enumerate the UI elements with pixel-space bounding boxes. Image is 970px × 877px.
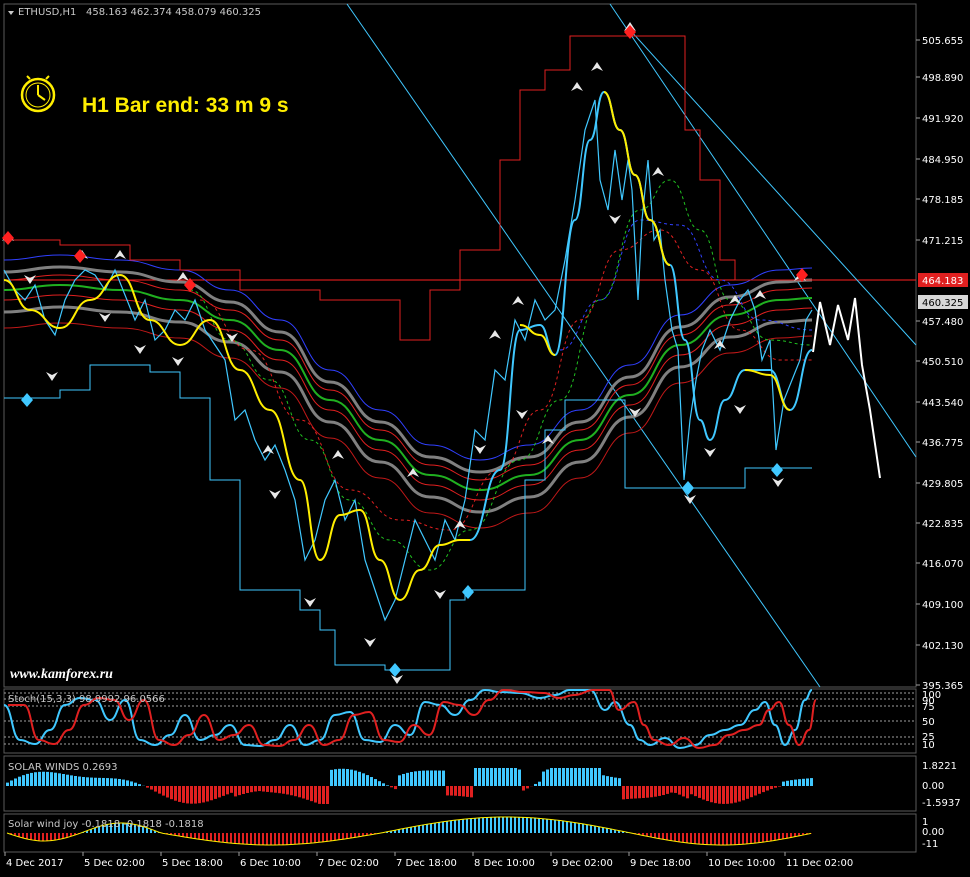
solar-winds-histogram	[6, 768, 813, 804]
up-arrow-icon	[114, 250, 126, 259]
solar-winds-label: SOLAR WINDS 0.2693	[8, 762, 118, 773]
stoch-level-75: 75	[922, 702, 935, 713]
price-tick: 484.950	[922, 155, 963, 166]
up-arrow-icon	[754, 290, 766, 299]
trend-line-1[interactable]	[346, 3, 821, 688]
down-arrow-icon	[46, 372, 58, 381]
price-tick: 498.890	[922, 73, 963, 84]
down-arrow-icon	[434, 590, 446, 599]
band-red-bottom	[3, 322, 813, 529]
trend-line-3[interactable]	[629, 29, 917, 346]
time-label: 6 Dec 10:00	[240, 858, 301, 869]
solar-winds-min: -1.5937	[922, 798, 961, 809]
up-arrow-icon	[542, 435, 554, 444]
stoch-label: Stoch(15,3,3) 98.9992 96.0566	[8, 694, 165, 705]
price-tick: 491.920	[922, 114, 963, 125]
sell-diamond-icon	[74, 249, 86, 263]
down-arrow-icon	[772, 478, 784, 487]
down-arrow-icon	[704, 448, 716, 457]
up-arrow-icon	[489, 330, 501, 339]
price-tick: 409.100	[922, 600, 963, 611]
buy-diamond-icon	[462, 585, 474, 599]
buy-diamond-icon	[389, 663, 401, 677]
down-arrow-icon	[516, 410, 528, 419]
time-label: 9 Dec 02:00	[552, 858, 613, 869]
up-arrow-icon	[512, 296, 524, 305]
down-arrow-icon	[734, 405, 746, 414]
time-label: 5 Dec 02:00	[84, 858, 145, 869]
price-tick: 471.215	[922, 236, 963, 247]
resistance-price-label: 464.183	[922, 276, 963, 287]
down-arrow-icon	[474, 445, 486, 454]
price-tick: 429.805	[922, 479, 963, 490]
stoch-level-50: 50	[922, 717, 935, 728]
down-arrow-icon	[364, 638, 376, 647]
up-arrow-icon	[652, 167, 664, 176]
solar-winds-max: 1.8221	[922, 761, 957, 772]
up-arrow-icon	[332, 450, 344, 459]
stoch-level-10: 10	[922, 740, 935, 751]
dashed-ma-green	[189, 179, 813, 571]
down-arrow-icon	[134, 345, 146, 354]
down-arrow-icon	[304, 598, 316, 607]
current-price-label: 460.325	[922, 298, 963, 309]
buy-diamond-icon	[21, 393, 33, 407]
symbol-label: ETHUSD,H1	[18, 7, 76, 18]
down-arrow-icon	[391, 675, 403, 684]
down-arrow-icon	[684, 495, 696, 504]
clock-icon	[20, 75, 56, 113]
time-label: 10 Dec 10:00	[708, 858, 775, 869]
down-arrow-icon	[172, 357, 184, 366]
price-tick: 402.130	[922, 641, 963, 652]
band-red-upper	[3, 274, 813, 481]
up-arrow-icon	[591, 62, 603, 71]
up-arrow-icon	[571, 82, 583, 91]
band-green-mid	[3, 283, 813, 492]
down-arrow-icon	[609, 215, 621, 224]
price-tick: 416.070	[922, 559, 963, 570]
price-tick: 457.480	[922, 317, 963, 328]
smoothed-segment-yellow	[603, 91, 671, 266]
price-tick: 505.655	[922, 36, 963, 47]
buy-diamond-icon	[771, 463, 783, 477]
time-label: 9 Dec 18:00	[630, 858, 691, 869]
chevron-down-icon[interactable]	[8, 11, 14, 15]
joy-level-zero: 0.00	[922, 827, 944, 838]
down-arrow-icon	[269, 490, 281, 499]
time-label: 5 Dec 18:00	[162, 858, 223, 869]
smoothed-line-cyan	[469, 90, 813, 541]
trading-chart[interactable]: ETHUSD,H1 458.163 462.374 458.079 460.32…	[0, 0, 970, 877]
time-label: 7 Dec 02:00	[318, 858, 379, 869]
watermark: www.kamforex.ru	[10, 667, 113, 682]
price-tick: 443.540	[922, 398, 963, 409]
time-label: 4 Dec 2017	[6, 858, 64, 869]
dashed-ma-red	[199, 229, 812, 531]
price-tick: 422.835	[922, 519, 963, 530]
solar-winds-zero: 0.00	[922, 781, 944, 792]
time-label: 8 Dec 10:00	[474, 858, 535, 869]
time-label: 7 Dec 18:00	[396, 858, 457, 869]
smoothed-segment-yellow	[744, 369, 791, 411]
band-gray-lower	[3, 305, 813, 514]
signal-diamonds	[2, 25, 808, 677]
ohlc-values: 458.163 462.374 458.079 460.325	[86, 7, 261, 18]
joy-level-neg: -11	[922, 839, 938, 850]
price-tick: 436.775	[922, 438, 963, 449]
dashed-ma-blue	[559, 219, 813, 351]
price-tick: 450.510	[922, 357, 963, 368]
buy-diamond-icon	[682, 481, 694, 495]
bar-end-timer: H1 Bar end: 33 m 9 s	[82, 94, 289, 117]
down-arrow-icon	[99, 313, 111, 322]
solar-wind-joy-label: Solar wind joy -0.1818 -0.1818 -0.1818	[8, 819, 204, 830]
price-axis: 505.655 498.890 491.920 484.950 478.185 471.2…	[916, 36, 963, 692]
time-axis: 4 Dec 2017 5 Dec 02:00 5 Dec 18:00 6 Dec 10…	[4, 852, 853, 869]
price-tick: 478.185	[922, 195, 963, 206]
time-label: 11 Dec 02:00	[786, 858, 853, 869]
solar-winds-window-frame[interactable]	[3, 755, 917, 812]
